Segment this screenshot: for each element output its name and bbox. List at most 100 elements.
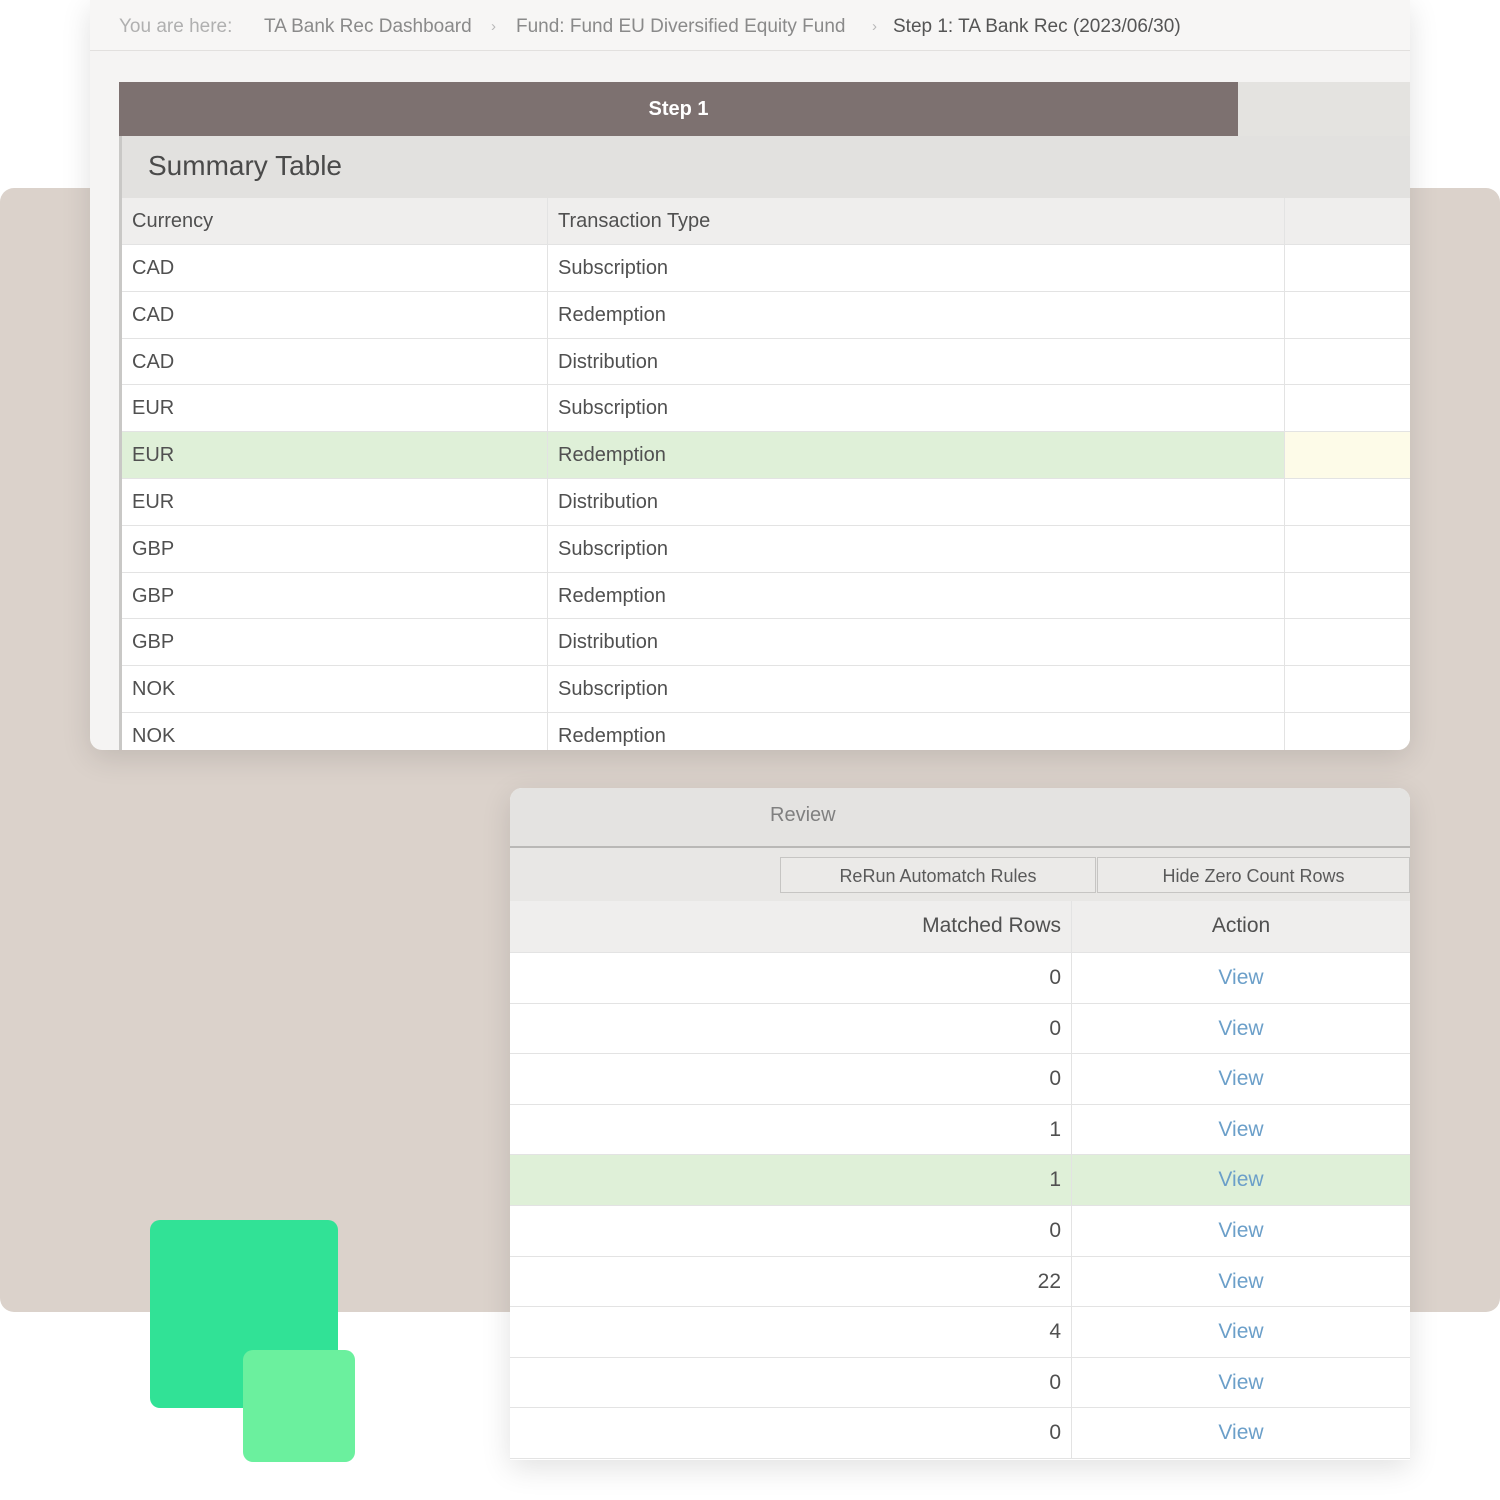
- extra-cell: [1285, 479, 1410, 525]
- column-header-transaction-type[interactable]: Transaction Type: [548, 198, 1285, 244]
- extra-cell: [1285, 619, 1410, 665]
- currency-cell: EUR: [122, 385, 548, 432]
- summary-table-header: Summary Table: [119, 136, 1410, 198]
- breadcrumb-link-fund[interactable]: Fund: Fund EU Diversified Equity Fund: [516, 0, 846, 54]
- decorative-square-small: [243, 1350, 355, 1462]
- table-header-row: Currency Transaction Type: [122, 198, 1410, 245]
- review-toolbar: ReRun Automatch Rules Hide Zero Count Ro…: [510, 848, 1410, 901]
- summary-table: Currency Transaction Type CAD Subscriptio…: [119, 198, 1410, 750]
- currency-cell: NOK: [122, 712, 548, 750]
- extra-cell: [1285, 245, 1410, 291]
- matched-rows-cell: 0: [510, 1205, 1072, 1256]
- currency-cell: NOK: [122, 666, 548, 712]
- table-row[interactable]: 0 View: [510, 1003, 1410, 1055]
- extra-cell: [1285, 292, 1410, 338]
- extra-cell: [1285, 526, 1410, 572]
- chevron-right-icon: ›: [491, 18, 496, 35]
- table-row[interactable]: 1 View: [510, 1104, 1410, 1156]
- view-link[interactable]: View: [1072, 1004, 1410, 1054]
- matched-rows-cell: 22: [510, 1256, 1072, 1307]
- table-row[interactable]: GBP Distribution: [122, 619, 1410, 667]
- transaction-type-cell: Subscription: [548, 385, 1285, 432]
- hide-zero-count-button[interactable]: Hide Zero Count Rows: [1097, 857, 1410, 893]
- currency-cell: CAD: [122, 245, 548, 291]
- extra-cell: [1285, 713, 1410, 750]
- matched-rows-cell: 1: [510, 1104, 1072, 1155]
- table-row[interactable]: 0 View: [510, 1054, 1410, 1105]
- view-link[interactable]: View: [1072, 1105, 1410, 1155]
- matched-rows-cell: 0: [510, 1003, 1072, 1054]
- breadcrumb: You are here: TA Bank Rec Dashboard › Fu…: [90, 0, 1410, 51]
- transaction-type-cell: Subscription: [548, 525, 1285, 572]
- view-link[interactable]: View: [1072, 1206, 1410, 1256]
- tab-bar-filler: [1238, 82, 1410, 137]
- column-header-currency[interactable]: Currency: [122, 198, 548, 244]
- view-link[interactable]: View: [1072, 1054, 1410, 1104]
- view-link[interactable]: View: [1072, 953, 1410, 1003]
- matched-rows-cell: 1: [510, 1155, 1072, 1205]
- review-title: Review: [770, 804, 836, 826]
- currency-cell: EUR: [122, 432, 548, 478]
- table-row[interactable]: NOK Redemption: [122, 712, 1410, 750]
- transaction-type-cell: Distribution: [548, 338, 1285, 385]
- table-row[interactable]: CAD Distribution: [122, 338, 1410, 386]
- transaction-type-cell: Distribution: [548, 619, 1285, 666]
- currency-cell: CAD: [122, 338, 548, 385]
- view-link[interactable]: View: [1072, 1307, 1410, 1357]
- extra-cell: [1285, 666, 1410, 712]
- review-table: Matched Rows Action 0 View 0 View 0 View 1 View…: [510, 901, 1410, 1459]
- table-header-row: Matched Rows Action: [510, 901, 1410, 953]
- table-row[interactable]: 22 View: [510, 1256, 1410, 1308]
- extra-cell: [1285, 385, 1410, 431]
- view-link[interactable]: View: [1072, 1358, 1410, 1408]
- view-link[interactable]: View: [1072, 1408, 1410, 1458]
- table-row[interactable]: GBP Redemption: [122, 572, 1410, 620]
- transaction-type-cell: Subscription: [548, 666, 1285, 712]
- column-header-extra: [1285, 198, 1410, 244]
- table-row[interactable]: CAD Redemption: [122, 291, 1410, 339]
- column-header-matched-rows[interactable]: Matched Rows: [510, 901, 1072, 952]
- extra-cell: [1285, 432, 1410, 478]
- transaction-type-cell: Redemption: [548, 432, 1285, 478]
- column-header-action: Action: [1211, 914, 1271, 937]
- currency-cell: EUR: [122, 478, 548, 525]
- transaction-type-cell: Redemption: [548, 712, 1285, 750]
- currency-cell: GBP: [122, 572, 548, 619]
- transaction-type-cell: Subscription: [548, 245, 1285, 291]
- review-header: Review: [510, 788, 1410, 848]
- tab-step-1[interactable]: Step 1: [119, 82, 1238, 136]
- view-link[interactable]: View: [1072, 1257, 1410, 1307]
- matched-rows-cell: 0: [510, 1357, 1072, 1408]
- transaction-type-cell: Redemption: [548, 291, 1285, 338]
- summary-table-title: Summary Table: [148, 150, 343, 181]
- matched-rows-cell: 0: [510, 953, 1072, 1003]
- currency-cell: GBP: [122, 525, 548, 572]
- table-row[interactable]: GBP Subscription: [122, 525, 1410, 573]
- breadcrumb-link-dashboard[interactable]: TA Bank Rec Dashboard: [264, 0, 472, 54]
- rerun-automatch-button[interactable]: ReRun Automatch Rules: [780, 857, 1096, 893]
- table-row[interactable]: 0 View: [510, 1357, 1410, 1409]
- table-row[interactable]: EUR Redemption: [122, 432, 1410, 479]
- extra-cell: [1285, 573, 1410, 619]
- matched-rows-cell: 4: [510, 1307, 1072, 1357]
- table-row[interactable]: 1 View: [510, 1155, 1410, 1206]
- table-row[interactable]: EUR Distribution: [122, 478, 1410, 526]
- extra-cell: [1285, 339, 1410, 385]
- table-row[interactable]: NOK Subscription: [122, 666, 1410, 713]
- table-row[interactable]: EUR Subscription: [122, 385, 1410, 433]
- transaction-type-cell: Distribution: [548, 478, 1285, 525]
- transaction-type-cell: Redemption: [548, 572, 1285, 619]
- chevron-right-icon: ›: [872, 18, 877, 35]
- breadcrumb-lead: You are here:: [119, 16, 233, 37]
- table-row[interactable]: 0 View: [510, 953, 1410, 1004]
- review-panel: Review ReRun Automatch Rules Hide Zero C…: [510, 788, 1410, 1460]
- view-link[interactable]: View: [1072, 1155, 1410, 1205]
- summary-panel: You are here: TA Bank Rec Dashboard › Fu…: [90, 0, 1410, 750]
- matched-rows-cell: 0: [510, 1408, 1072, 1458]
- currency-cell: CAD: [122, 291, 548, 338]
- table-row[interactable]: 0 View: [510, 1408, 1410, 1459]
- matched-rows-cell: 0: [510, 1054, 1072, 1104]
- table-row[interactable]: 0 View: [510, 1205, 1410, 1257]
- table-row[interactable]: 4 View: [510, 1307, 1410, 1358]
- table-row[interactable]: CAD Subscription: [122, 245, 1410, 292]
